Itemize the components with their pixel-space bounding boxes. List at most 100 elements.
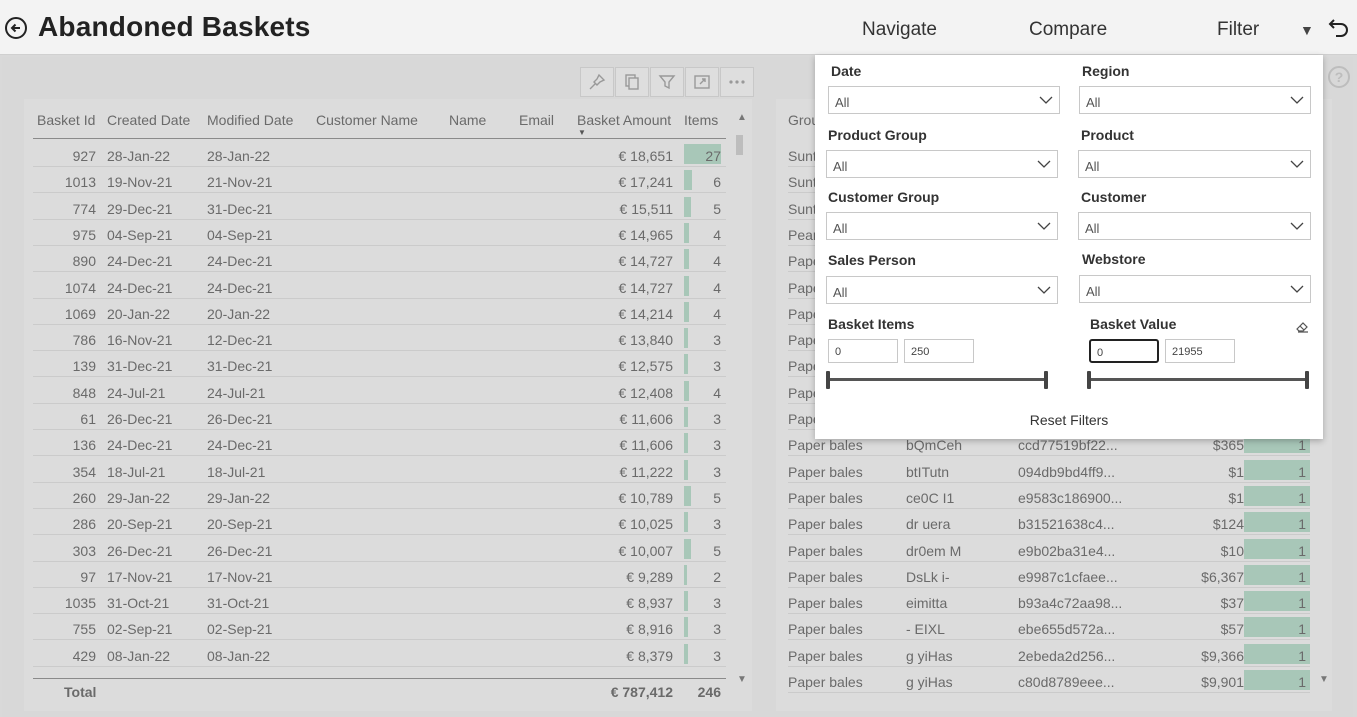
filter-visual-button[interactable]	[650, 67, 684, 97]
basket-amount-cell: € 12,575	[618, 358, 674, 375]
filter-caret-icon[interactable]: ▼	[1300, 22, 1314, 38]
table-row[interactable]: 136 24-Dec-21 24-Dec-21 € 11,606 3	[33, 430, 726, 457]
scroll-up-icon[interactable]: ▲	[737, 112, 747, 123]
basket-items-min-input[interactable]: 0	[828, 339, 898, 363]
table-row[interactable]: 139 31-Dec-21 31-Dec-21 € 12,575 3	[33, 351, 726, 378]
date-dropdown[interactable]: All	[828, 86, 1060, 114]
basket-value-max-input[interactable]: 21955	[1165, 339, 1235, 363]
col-header-items[interactable]: Items	[684, 112, 718, 128]
basket-items-slider-min-handle[interactable]	[826, 371, 830, 389]
col-header-basket-id[interactable]: Basket Id	[37, 112, 95, 128]
table-row[interactable]: 975 04-Sep-21 04-Sep-21 € 14,965 4	[33, 220, 726, 246]
focus-mode-button[interactable]	[685, 67, 719, 97]
items-cell: 3	[713, 516, 721, 533]
back-arrow-icon[interactable]	[4, 16, 28, 40]
table-row[interactable]: 1013 19-Nov-21 21-Nov-21 € 17,241 6	[33, 167, 726, 194]
detail-table-row[interactable]: Paper bales dr0em M e9b02ba31e4... $10 1	[788, 536, 1310, 562]
basket-amount-cell: € 8,916	[626, 621, 673, 638]
filter-panel: Date All Region All Product Group All Pr…	[815, 55, 1323, 439]
table-row[interactable]: 755 02-Sep-21 02-Sep-21 € 8,916 3	[33, 614, 726, 641]
filter-button[interactable]: Filter	[1217, 19, 1259, 41]
table-row[interactable]: 1069 20-Jan-22 20-Jan-22 € 14,214 4	[33, 299, 726, 325]
table-row[interactable]: 354 18-Jul-21 18-Jul-21 € 11,222 3	[33, 457, 726, 483]
basket-id-cell: 890	[72, 253, 96, 270]
col-header-customer-name[interactable]: Customer Name	[316, 112, 418, 128]
basket-id-cell: 1035	[64, 595, 96, 612]
detail-table-row[interactable]: Paper bales DsLk i-e9987c1cfaee... $6,367 1	[788, 562, 1310, 588]
basket-id-cell: 303	[72, 542, 96, 559]
copy-visual-button[interactable]	[615, 67, 649, 97]
chevron-down-icon	[1037, 286, 1051, 294]
table-row[interactable]: 774 29-Dec-21 31-Dec-21 € 15,511 5	[33, 194, 726, 220]
modified-date-cell: 29-Jan-22	[207, 489, 271, 506]
created-date-cell: 20-Jan-22	[107, 305, 171, 322]
basket-amount-cell: € 17,241	[618, 174, 674, 191]
compare-button[interactable]: Compare	[1029, 19, 1107, 41]
detail-table-row[interactable]: Paper bales ce0C I1 e9583c186900... $1 1	[788, 483, 1310, 509]
basket-id-cell: 97	[80, 568, 96, 585]
items-cell: 1	[1298, 489, 1306, 506]
detail-table-row[interactable]: Paper bales eimitta b93a4c72aa98... $37 1	[788, 588, 1310, 615]
modified-date-cell: 20-Sep-21	[207, 516, 273, 533]
basket-id-cell: 1069	[64, 305, 96, 322]
detail-table-row[interactable]: Paper bales g yiHas c80d8789eee... $9,901 1	[788, 667, 1310, 693]
basket-items-max-input[interactable]: 250	[904, 339, 974, 363]
created-date-cell: 17-Nov-21	[107, 568, 173, 585]
basket-value-slider-min-handle[interactable]	[1087, 371, 1091, 389]
detail-table-row[interactable]: Paper bales - EIXL ebe655d572a... $57 1	[788, 614, 1310, 641]
vertical-scrollbar[interactable]	[736, 135, 743, 155]
webstore-dropdown-value: All	[1086, 284, 1101, 299]
items-cell: 4	[713, 253, 721, 270]
sales-person-dropdown[interactable]: All	[826, 276, 1058, 304]
table-row[interactable]: 303 26-Dec-21 26-Dec-21 € 10,007 5	[33, 536, 726, 562]
scroll-down-icon[interactable]: ▼	[737, 674, 747, 685]
created-date-cell: 16-Nov-21	[107, 332, 173, 349]
table-row[interactable]: 286 20-Sep-21 20-Sep-21 € 10,025 3	[33, 509, 726, 536]
basket-id-cell: 139	[72, 358, 96, 375]
table-row[interactable]: 890 24-Dec-21 24-Dec-21 € 14,727 4	[33, 246, 726, 273]
basket-id-cell: 429	[72, 647, 96, 664]
product-group-dropdown[interactable]: All	[826, 150, 1058, 178]
col-header-name[interactable]: Name	[449, 112, 486, 128]
col-header-basket-amount[interactable]: Basket Amount	[577, 112, 671, 128]
table-row[interactable]: 260 29-Jan-22 29-Jan-22 € 10,789 5	[33, 483, 726, 509]
customer-group-dropdown[interactable]: All	[826, 212, 1058, 240]
amount-cell: $10	[1220, 542, 1244, 559]
basket-id-cell: 774	[72, 200, 96, 217]
navigate-button[interactable]: Navigate	[862, 19, 937, 41]
chevron-down-icon	[1039, 96, 1053, 104]
basket-value-slider-track[interactable]	[1089, 378, 1308, 381]
help-icon[interactable]: ?	[1328, 66, 1350, 88]
table-row[interactable]: 429 08-Jan-22 08-Jan-22 € 8,379 3	[33, 641, 726, 667]
table-row[interactable]: 97 17-Nov-21 17-Nov-21 € 9,289 2	[33, 562, 726, 588]
basket-value-slider-max-handle[interactable]	[1305, 371, 1309, 389]
col-header-created-date[interactable]: Created Date	[107, 112, 190, 128]
region-dropdown[interactable]: All	[1079, 86, 1311, 114]
table-row[interactable]: 927 28-Jan-22 28-Jan-22 € 18,651 27	[33, 141, 726, 167]
col-header-email[interactable]: Email	[519, 112, 554, 128]
created-date-cell: 29-Dec-21	[107, 200, 173, 217]
detail-scroll-down-icon[interactable]: ▼	[1319, 674, 1329, 685]
product-dropdown[interactable]: All	[1078, 150, 1311, 178]
detail-table-row[interactable]: Paper bales g yiHas 2ebeda2d256... $9,366 1	[788, 641, 1310, 667]
col-header-modified-date[interactable]: Modified Date	[207, 112, 293, 128]
more-options-button[interactable]	[720, 67, 754, 97]
basket-items-slider-track[interactable]	[828, 378, 1047, 381]
webstore-dropdown[interactable]: All	[1079, 275, 1311, 303]
table-row[interactable]: 786 16-Nov-21 12-Dec-21 € 13,840 3	[33, 325, 726, 352]
basket-amount-cell: € 10,025	[618, 516, 674, 533]
table-row[interactable]: 848 24-Jul-21 24-Jul-21 € 12,408 4	[33, 378, 726, 404]
eraser-icon[interactable]	[1294, 318, 1310, 334]
basket-items-slider-max-handle[interactable]	[1044, 371, 1048, 389]
reset-filters-button[interactable]: Reset Filters	[815, 412, 1323, 428]
detail-table-row[interactable]: Paper bales dr uera b31521638c4... $124 1	[788, 509, 1310, 536]
table-row[interactable]: 1074 24-Dec-21 24-Dec-21 € 14,727 4	[33, 273, 726, 299]
undo-icon[interactable]	[1327, 16, 1351, 40]
group-cell: Sunt	[788, 200, 817, 217]
table-row[interactable]: 1035 31-Oct-21 31-Oct-21 € 8,937 3	[33, 588, 726, 615]
basket-value-min-input[interactable]: 0	[1089, 339, 1159, 363]
detail-table-row[interactable]: Paper bales btITutn 094db9bd4ff9... $1 1	[788, 457, 1310, 483]
pin-visual-button[interactable]	[580, 67, 614, 97]
customer-dropdown[interactable]: All	[1078, 212, 1311, 240]
table-row[interactable]: 61 26-Dec-21 26-Dec-21 € 11,606 3	[33, 404, 726, 430]
